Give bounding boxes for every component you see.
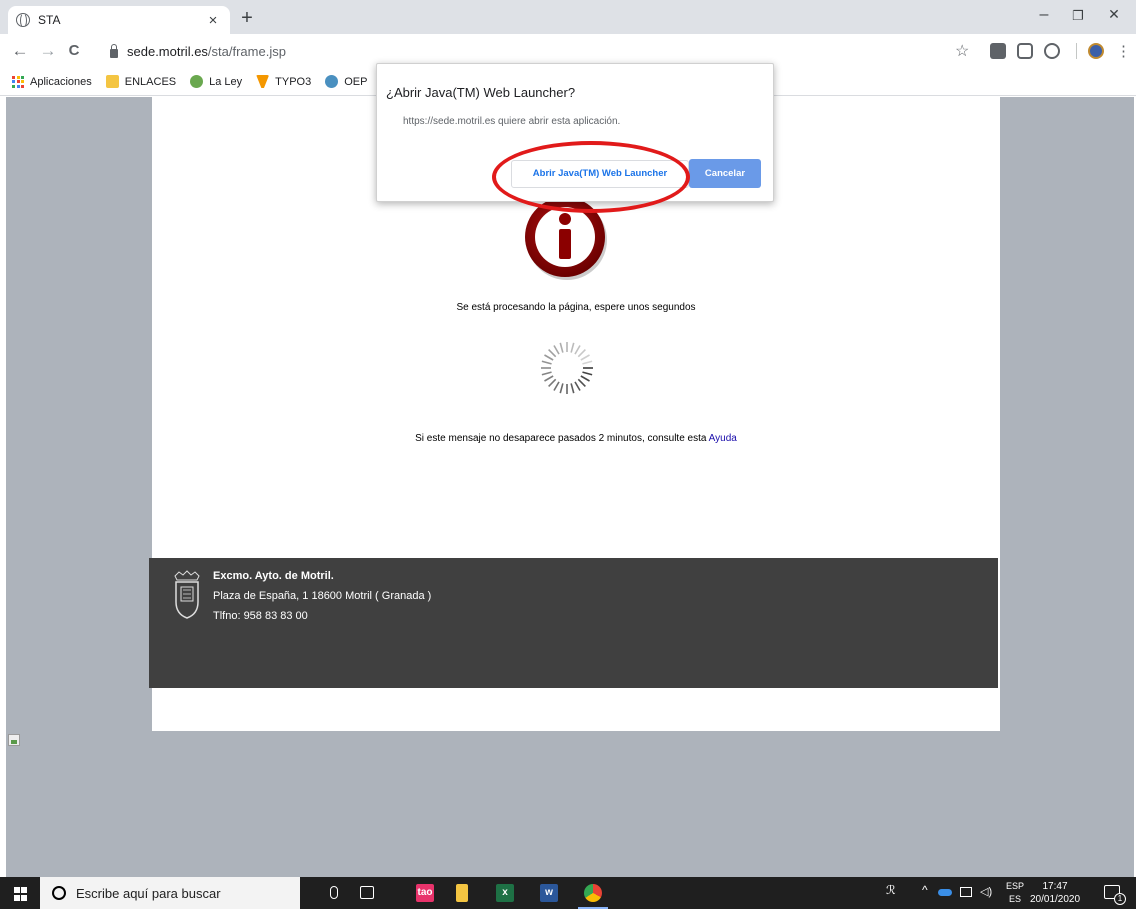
bookmark-label: TYPO3	[275, 75, 312, 88]
coat-of-arms-icon	[174, 570, 200, 619]
footer-title: Excmo. Ayto. de Motril.	[213, 570, 334, 582]
spinner-tick	[541, 371, 552, 376]
apps-grid-icon	[12, 75, 24, 88]
spinner-tick	[580, 375, 590, 382]
lang-bottom: ES	[1008, 894, 1021, 904]
bookmark-label: OEP	[344, 75, 368, 88]
cortana-icon	[52, 886, 66, 900]
network-icon[interactable]	[960, 887, 972, 897]
help-link[interactable]: Ayuda	[709, 433, 737, 444]
broken-image-icon	[8, 734, 20, 746]
help-message: Si este mensaje no desaparece pasados 2 …	[152, 433, 1000, 444]
browser-tab[interactable]: STA ×	[8, 6, 230, 34]
folder-icon	[105, 75, 119, 88]
back-button[interactable]: ←	[10, 41, 30, 61]
onedrive-icon[interactable]	[938, 889, 952, 896]
volume-icon[interactable]: ◁)	[980, 885, 992, 898]
bookmark-aplicaciones[interactable]: Aplicaciones	[12, 75, 92, 88]
profile-avatar[interactable]	[1088, 43, 1104, 59]
menu-icon[interactable]: ⋮	[1116, 42, 1131, 60]
spinner-tick	[574, 381, 581, 391]
notifications-icon[interactable]: 1	[1104, 885, 1126, 905]
spinner-tick	[553, 345, 560, 355]
tab-strip: STA × + – ❐ ✕	[0, 0, 1136, 34]
spinner-tick	[574, 345, 581, 355]
dialog-body: https://sede.motril.es quiere abrir esta…	[403, 116, 621, 127]
bookmark-label: ENLACES	[124, 75, 177, 88]
oep-icon	[325, 75, 339, 88]
language-indicator[interactable]: ESP ES	[1004, 880, 1026, 906]
globe-icon	[16, 13, 30, 28]
toolbar-divider	[1076, 43, 1077, 59]
shield-extension-icon[interactable]	[1044, 43, 1060, 59]
word-icon[interactable]: w	[540, 884, 558, 902]
lock-icon	[110, 43, 118, 58]
bookmark-star-icon[interactable]: ☆	[955, 41, 969, 61]
chrome-icon[interactable]	[584, 884, 602, 902]
clock[interactable]: 17:47 20/01/2020	[1030, 880, 1080, 906]
notification-count: 1	[1114, 893, 1126, 905]
tab-close-icon[interactable]: ×	[204, 12, 222, 29]
spinner-tick	[559, 383, 564, 394]
clock-date: 20/01/2020	[1030, 894, 1081, 905]
site-footer: Excmo. Ayto. de Motril. Plaza de España,…	[149, 558, 998, 688]
new-tab-button[interactable]: +	[236, 8, 258, 30]
excel-icon[interactable]: x	[496, 884, 514, 902]
help-text: Si este mensaje no desaparece pasados 2 …	[415, 433, 709, 444]
search-placeholder: Escribe aquí para buscar	[76, 885, 221, 901]
spinner-tick	[559, 342, 564, 353]
task-view-icon[interactable]	[360, 886, 374, 899]
bookmark-oep[interactable]: OEP	[325, 75, 367, 88]
spinner-tick	[544, 375, 554, 382]
page-viewport: Se está procesando la página, espere uno…	[6, 97, 1134, 877]
file-explorer-icon[interactable]	[456, 884, 468, 902]
taskbar-search[interactable]: Escribe aquí para buscar	[40, 877, 300, 909]
extension-icon[interactable]	[990, 43, 1006, 59]
forward-button[interactable]: →	[38, 41, 58, 61]
footer-address: Plaza de España, 1 18600 Motril ( Granad…	[213, 590, 432, 602]
bookmark-enlaces[interactable]: ENLACES	[105, 75, 177, 88]
microphone-icon[interactable]	[330, 886, 338, 899]
cancel-button[interactable]: Cancelar	[689, 159, 761, 188]
url-host: sede.motril.es	[127, 43, 208, 59]
highlight-ellipse	[492, 141, 690, 213]
minimize-button[interactable]: –	[1029, 6, 1059, 24]
clock-time: 17:47	[1042, 881, 1068, 892]
spinner-tick	[577, 349, 586, 358]
footer-phone: Tlfno: 958 83 83 00	[213, 610, 308, 622]
spinner-tick	[548, 378, 557, 387]
chevron-up-icon[interactable]: ^	[922, 883, 928, 897]
lang-top: ESP	[1005, 881, 1024, 891]
address-bar[interactable]: sede.motril.es/sta/frame.jsp	[104, 39, 984, 63]
reload-button[interactable]: C	[64, 41, 84, 61]
spinner-tick	[548, 349, 557, 358]
bookmark-la-ley[interactable]: La Ley	[190, 75, 242, 88]
spinner-tick	[541, 360, 552, 365]
restore-button[interactable]: ❐	[1063, 8, 1093, 24]
la-ley-icon	[190, 75, 204, 88]
dialog-title: ¿Abrir Java(TM) Web Launcher?	[386, 85, 576, 100]
spinner-tick	[582, 371, 593, 376]
bookmark-label: Aplicaciones	[30, 75, 92, 88]
loading-spinner	[541, 342, 593, 394]
spinner-tick	[582, 360, 593, 365]
bookmark-label: La Ley	[209, 75, 243, 88]
typo3-icon	[256, 75, 270, 88]
spinner-tick	[570, 383, 575, 394]
windows-taskbar: Escribe aquí para buscar tao x w ℛ ^ ◁) …	[0, 877, 1136, 909]
tab-title: STA	[38, 13, 61, 27]
mail-extension-icon[interactable]	[1017, 43, 1033, 59]
spinner-tick	[570, 342, 575, 353]
spinner-tick	[553, 381, 560, 391]
spinner-tick	[577, 378, 586, 387]
people-icon[interactable]: ℛ	[886, 883, 896, 897]
spinner-tick	[544, 354, 554, 361]
app-tao-icon[interactable]: tao	[416, 884, 434, 902]
url-path: /sta/frame.jsp	[207, 43, 286, 59]
processing-message: Se está procesando la página, espere uno…	[456, 302, 696, 313]
close-window-button[interactable]: ✕	[1099, 6, 1129, 23]
windows-start-icon[interactable]	[14, 887, 28, 901]
spinner-tick	[580, 354, 590, 361]
bookmark-typo3[interactable]: TYPO3	[256, 75, 311, 88]
